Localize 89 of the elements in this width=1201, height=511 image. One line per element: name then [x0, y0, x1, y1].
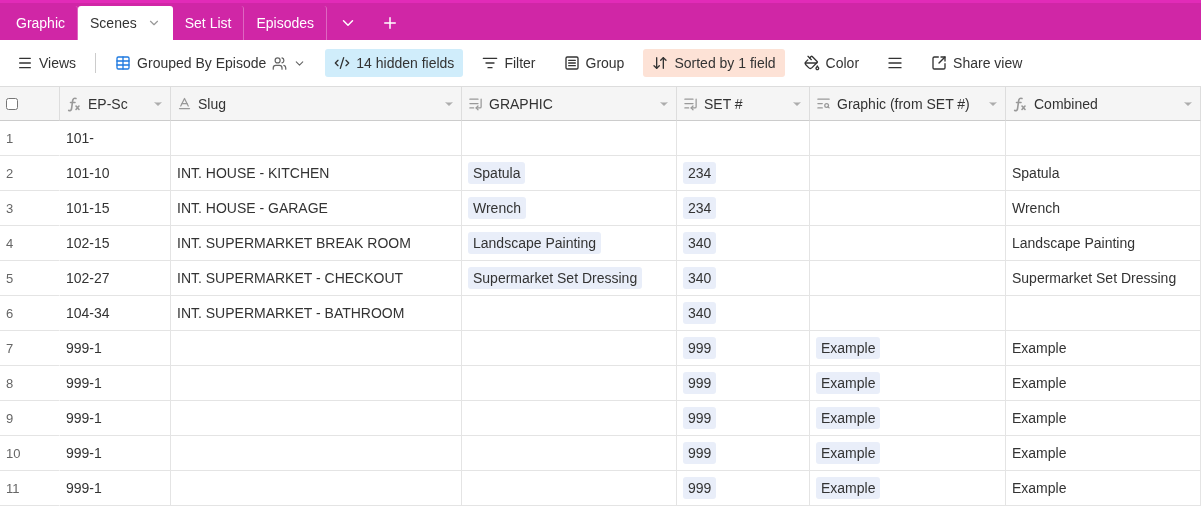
table-cell: INT. SUPERMARKET BREAK ROOM: [171, 226, 462, 261]
linked-field-icon: [468, 96, 483, 111]
grid-view-icon: [115, 55, 132, 71]
table-cell: INT. SUPERMARKET - BATHROOM: [171, 296, 462, 331]
table-cell: 999-1: [60, 436, 171, 471]
record-chip: Example: [816, 477, 881, 499]
hidden-button[interactable]: 14 hidden fields: [325, 49, 464, 77]
record-chip: Example: [816, 372, 881, 394]
hidden-fields-icon: [334, 55, 351, 71]
table-cell: Example: [1006, 366, 1201, 401]
text-field-icon: [177, 96, 192, 111]
row-number: 2: [0, 156, 60, 191]
column-header[interactable]: GRAPHIC: [462, 87, 677, 121]
views-button[interactable]: Views: [8, 49, 86, 77]
record-chip: 999: [683, 442, 717, 464]
table-cell: Example: [1006, 401, 1201, 436]
record-chip: 999: [683, 337, 717, 359]
record-chip: 999: [683, 407, 717, 429]
record-chip: 340: [683, 267, 717, 289]
sort-icon: [652, 55, 669, 71]
table-cell: Spatula: [1006, 156, 1201, 191]
row-number: 5: [0, 261, 60, 296]
column-header[interactable]: Slug: [171, 87, 462, 121]
record-chip: 234: [683, 162, 717, 184]
people-icon: [272, 55, 288, 71]
record-chip: 234: [683, 197, 717, 219]
record-chip: Supermarket Set Dressing: [468, 267, 643, 289]
table-cell: 999-1: [60, 331, 171, 366]
row-number: 11: [0, 471, 60, 506]
table-tab[interactable]: Set List: [172, 6, 245, 40]
record-chip: Example: [816, 337, 881, 359]
row-number: 8: [0, 366, 60, 401]
table-cell: 102-15: [60, 226, 171, 261]
table-cell: Wrench: [1006, 191, 1201, 226]
row-number: 1: [0, 121, 60, 156]
column-header[interactable]: Graphic (from SET #): [810, 87, 1006, 121]
table-cell: 999-1: [60, 401, 171, 436]
record-chip: Wrench: [468, 197, 526, 219]
record-chip: 999: [683, 372, 717, 394]
record-chip: 340: [683, 232, 717, 254]
table-cell: INT. HOUSE - GARAGE: [171, 191, 462, 226]
record-chip: 999: [683, 477, 717, 499]
column-header[interactable]: Combined: [1006, 87, 1201, 121]
table-tab[interactable]: Episodes: [244, 6, 328, 40]
filter-icon: [482, 55, 499, 71]
table-cell: Supermarket Set Dressing: [1006, 261, 1201, 296]
table-cell: INT. SUPERMARKET - CHECKOUT: [171, 261, 462, 296]
column-header[interactable]: EP-Sc: [60, 87, 171, 121]
table-cell: Example: [1006, 436, 1201, 471]
view-button[interactable]: Grouped By Episode: [106, 49, 316, 77]
table-cell: 104-34: [60, 296, 171, 331]
table-cell: 101-15: [60, 191, 171, 226]
paint-bucket-icon: [803, 55, 820, 71]
sort-button[interactable]: Sorted by 1 field: [643, 49, 785, 77]
share-button[interactable]: Share view: [922, 49, 1032, 77]
table-cell: Example: [1006, 331, 1201, 366]
filter-button[interactable]: Filter: [473, 49, 545, 77]
color-button[interactable]: Color: [794, 49, 869, 77]
select-all-checkbox[interactable]: [6, 97, 18, 110]
formula-icon: [66, 95, 82, 112]
record-chip: Example: [816, 442, 881, 464]
record-chip: Spatula: [468, 162, 526, 184]
table-cell: 999-1: [60, 471, 171, 506]
lookup-icon: [816, 96, 831, 111]
table-cell: 101-: [60, 121, 171, 156]
table-tab[interactable]: Scenes: [78, 6, 173, 40]
record-chip: Example: [816, 407, 881, 429]
table-cell: 101-10: [60, 156, 171, 191]
group-button[interactable]: Group: [554, 49, 634, 77]
table-cell: 102-27: [60, 261, 171, 296]
menu-icon: [17, 55, 33, 71]
table-cell: INT. HOUSE - KITCHEN: [171, 156, 462, 191]
table-cell: 999-1: [60, 366, 171, 401]
linked-field-icon: [683, 96, 698, 111]
table-cell: Example: [1006, 471, 1201, 506]
row-number: 6: [0, 296, 60, 331]
group-icon: [563, 55, 580, 71]
row-number: 3: [0, 191, 60, 226]
row-number: 4: [0, 226, 60, 261]
share-icon: [931, 55, 948, 71]
row-number: 10: [0, 436, 60, 471]
record-chip: 340: [683, 302, 717, 324]
table-cell: Landscape Painting: [1006, 226, 1201, 261]
row-number: 9: [0, 401, 60, 436]
row-height-icon: [887, 55, 904, 71]
formula-icon: [1012, 95, 1028, 112]
row-number: 7: [0, 331, 60, 366]
column-header[interactable]: SET #: [677, 87, 810, 121]
record-chip: Landscape Painting: [468, 232, 601, 254]
